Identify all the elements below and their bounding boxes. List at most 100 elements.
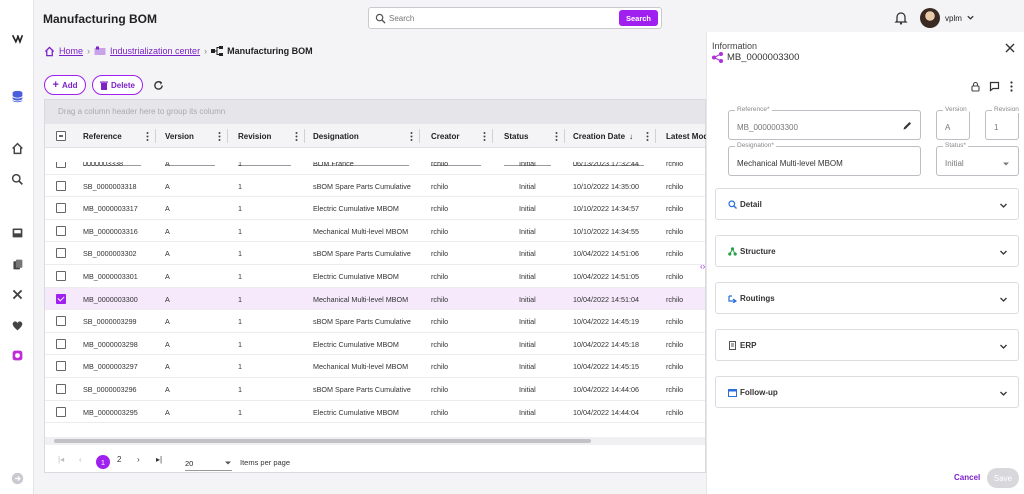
tools-icon[interactable] (9, 286, 25, 302)
last-page-button[interactable]: ▸| (156, 455, 162, 464)
column-header-designation[interactable]: Designation (313, 124, 419, 148)
add-button[interactable]: + Add (44, 75, 86, 95)
table-row[interactable]: SB_0000003296 A 1 sBOM Spare Parts Cumulati… (45, 378, 705, 401)
table-row[interactable]: SB_0000003299 A 1 sBOM Spare Parts Cumulati… (45, 310, 705, 333)
panel-subtitle: MB_0000003300 (712, 52, 799, 63)
more-vertical-icon[interactable] (1006, 81, 1017, 92)
expand-sidebar-icon[interactable] (9, 470, 25, 486)
row-checkbox[interactable] (56, 338, 66, 349)
column-header-revision[interactable]: Revision (238, 124, 304, 148)
search-button[interactable]: Search (619, 10, 658, 26)
column-header-status[interactable]: Status (504, 124, 564, 148)
documents-icon[interactable] (9, 256, 25, 272)
reference-field[interactable]: Reference* MB_0000003300 (728, 106, 921, 140)
search-icon[interactable] (9, 171, 25, 187)
page-2-button[interactable]: 2 (117, 455, 121, 464)
prev-page-button[interactable]: ‹ (79, 455, 82, 464)
table-row[interactable]: MB_0000003295 A 1 Electric Cumulative MBOM r… (45, 401, 705, 424)
table-row[interactable]: MB_0000003297 A 1 Mechanical Multi-level MB… (45, 355, 705, 378)
table-row[interactable]: MB_0000003316 A 1 Mechanical Multi-level MB… (45, 220, 705, 243)
bom-grid: Drag a column header here to group its c… (44, 99, 706, 473)
row-checkbox[interactable] (56, 316, 66, 327)
table-row[interactable]: SB_0000003302 A 1 sBOM Spare Parts Cumulati… (45, 242, 705, 265)
section-structure-label: Structure (740, 247, 776, 256)
cell-reference: MB_0000003316 (83, 226, 138, 236)
row-checkbox[interactable] (56, 271, 66, 281)
chevron-down-icon[interactable] (966, 13, 975, 22)
breadcrumb-home-link[interactable]: Home (59, 46, 83, 56)
cell-creator: rchilo (431, 272, 449, 281)
first-page-button[interactable]: |◂ (58, 455, 64, 464)
cell-revision: 1 (238, 317, 242, 327)
cell-revision: 1 (238, 407, 242, 417)
row-checkbox[interactable] (56, 384, 66, 394)
inbox-icon[interactable] (9, 224, 25, 240)
app-logo-icon[interactable] (9, 30, 25, 46)
row-checkbox[interactable] (56, 406, 66, 417)
cell-version: A (165, 339, 170, 349)
section-routings[interactable]: Routings (715, 282, 1019, 314)
row-checkbox[interactable] (56, 180, 66, 191)
column-header-latest-modifier[interactable]: Latest Modi (666, 124, 706, 148)
delete-button[interactable]: Delete (92, 75, 143, 95)
section-detail[interactable]: Detail (715, 188, 1019, 220)
save-button[interactable]: Save (987, 468, 1019, 488)
search-input[interactable] (389, 11, 589, 25)
row-checkbox[interactable] (56, 225, 66, 236)
cell-latest-modifier: rchilo (666, 162, 684, 168)
table-row[interactable]: MB_0000003317 A 1 Electric Cumulative MBOM r… (45, 197, 705, 220)
edit-pencil-icon[interactable] (902, 120, 913, 131)
cell-creator: rchilo (431, 181, 449, 191)
favorites-heart-icon[interactable] (9, 317, 25, 333)
row-checkbox[interactable] (56, 293, 66, 304)
panel-resize-handle-icon[interactable]: ‹› (700, 262, 705, 271)
lock-icon[interactable] (970, 81, 981, 92)
section-erp[interactable]: ERP (715, 329, 1019, 361)
cancel-button[interactable]: Cancel (954, 473, 980, 482)
cell-reference: MB_0000003317 (83, 204, 138, 214)
database-icon[interactable] (9, 88, 25, 104)
row-checkbox[interactable] (56, 361, 66, 372)
grid-rows: 0000003338 A 1 BOM France rchilo Initial 06/13… (45, 162, 705, 432)
cell-revision: 1 (238, 249, 242, 259)
user-avatar[interactable] (920, 8, 940, 28)
close-icon[interactable] (1005, 43, 1015, 53)
next-page-button[interactable]: › (137, 455, 140, 464)
home-icon[interactable] (9, 140, 25, 156)
section-follow-up[interactable]: Follow-up (715, 376, 1019, 408)
refresh-icon[interactable] (153, 80, 164, 91)
group-by-panel[interactable]: Drag a column header here to group its c… (45, 100, 705, 124)
revision-field[interactable]: Revision 1 (985, 106, 1021, 140)
row-checkbox[interactable] (56, 248, 66, 259)
column-header-creator[interactable]: Creator (431, 124, 492, 148)
table-row[interactable]: MB_0000003298 A 1 Electric Cumulative MBOM r… (45, 333, 705, 356)
breadcrumb-industrialization-link[interactable]: Industrialization center (110, 46, 200, 56)
page-size-select[interactable]: 20 (185, 459, 232, 471)
column-header-version[interactable]: Version (165, 124, 227, 148)
select-all-checkbox[interactable] (56, 131, 66, 141)
trash-icon (99, 81, 108, 90)
cell-reference: SB_0000003302 (83, 249, 137, 259)
column-header-creation-date[interactable]: Creation Date ↓ (573, 124, 655, 148)
row-checkbox[interactable] (56, 203, 66, 214)
status-select[interactable]: Status* Initial (936, 142, 1019, 176)
table-row[interactable]: MB_0000003301 A 1 Electric Cumulative MBOM r… (45, 265, 705, 288)
horizontal-scrollbar[interactable] (45, 437, 705, 445)
notifications-bell-icon[interactable] (894, 11, 908, 25)
designation-field[interactable]: Designation* Mechanical Multi-level MBOM (728, 142, 921, 176)
cell-designation: Mechanical Multi-level MBOM (313, 294, 409, 304)
cell-designation: Mechanical Multi-level MBOM (313, 362, 409, 372)
table-row[interactable]: 0000003338 A 1 BOM France rchilo Initial 06/13… (45, 162, 705, 175)
table-row[interactable]: MB_0000003300 A 1 Mechanical Multi-level MB… (45, 287, 705, 311)
cell-reference: MB_0000003298 (83, 339, 138, 349)
column-header-reference[interactable]: Reference (83, 124, 155, 148)
comment-icon[interactable] (989, 81, 1000, 92)
page-1-button[interactable]: 1 (96, 455, 110, 469)
section-structure[interactable]: Structure (715, 235, 1019, 267)
cell-creation-date: 10/04/2022 14:44:04 (573, 407, 639, 417)
row-checkbox[interactable] (56, 162, 66, 168)
user-name[interactable]: vplm (945, 14, 962, 23)
version-field[interactable]: Version A (936, 106, 970, 140)
table-row[interactable]: SB_0000003318 A 1 sBOM Spare Parts Cumulati… (45, 175, 705, 198)
manufacturing-app-icon[interactable] (9, 347, 25, 363)
